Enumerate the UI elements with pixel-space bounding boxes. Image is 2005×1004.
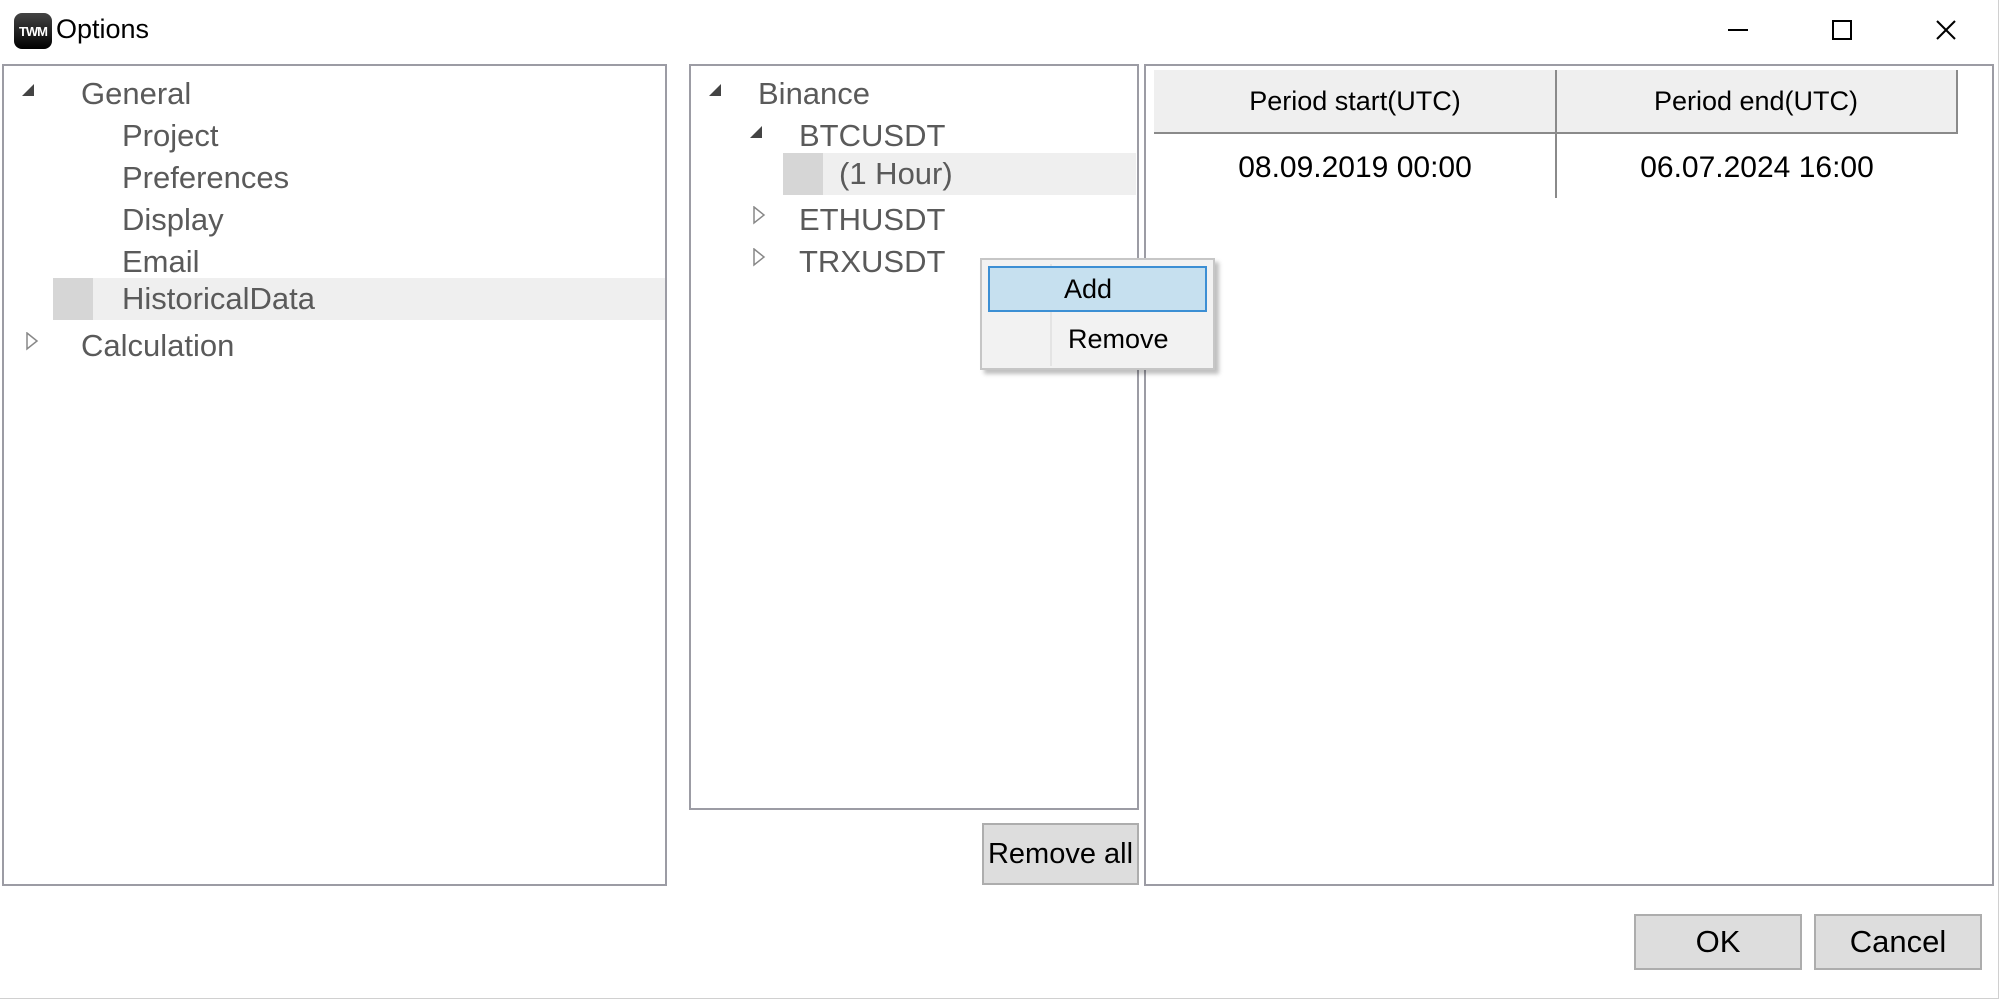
cancel-button[interactable]: Cancel [1814,914,1982,970]
app-logo-icon: TWM [14,13,52,49]
context-menu: Add Remove [980,258,1215,370]
tree-item-preferences[interactable]: Preferences [122,157,289,199]
collapsed-triangle-icon[interactable] [24,332,44,352]
column-header-period-start[interactable]: Period start(UTC) [1154,70,1556,134]
expanded-triangle-icon[interactable] [748,124,768,144]
remove-all-button[interactable]: Remove all [982,823,1139,885]
selection-marker [53,278,93,320]
maximize-icon [1832,20,1852,40]
tree-item-trxusdt[interactable]: TRXUSDT [799,241,945,283]
tree-item-general[interactable]: General [81,73,191,115]
window-title: Options [56,14,150,44]
tree-item-calculation[interactable]: Calculation [81,325,234,367]
ok-button[interactable]: OK [1634,914,1802,970]
maximize-button[interactable] [1790,0,1894,60]
collapsed-triangle-icon[interactable] [751,248,771,268]
minimize-button[interactable] [1686,0,1790,60]
tree-item-btcusdt[interactable]: BTCUSDT [799,115,945,157]
menu-item-remove[interactable]: Remove [988,316,1207,362]
tree-item-1-hour[interactable]: (1 Hour) [839,153,953,195]
selection-marker [783,153,823,195]
column-header-period-end[interactable]: Period end(UTC) [1556,70,1958,134]
title-bar[interactable]: TWM Options [0,0,1998,60]
tree-item-project[interactable]: Project [122,115,218,157]
menu-item-add[interactable]: Add [988,266,1207,312]
period-grid[interactable]: Period start(UTC) Period end(UTC) 08.09.… [1144,64,1994,886]
collapsed-triangle-icon[interactable] [751,206,771,226]
historical-data-tree[interactable]: Binance BTCUSDT (1 Hour) ETHUSDT TRXUSDT [689,64,1139,810]
tree-item-historicaldata[interactable]: HistoricalData [122,278,315,320]
menu-item-label: Add [1064,274,1113,304]
tree-item-email[interactable]: Email [122,241,200,283]
tree-item-binance[interactable]: Binance [758,73,870,115]
minimize-icon [1728,29,1748,31]
tree-item-ethusdt[interactable]: ETHUSDT [799,199,945,241]
options-window: TWM Options General Project Preferences … [0,0,1999,999]
menu-item-label: Remove [1068,324,1169,354]
close-button[interactable] [1894,0,1998,60]
settings-tree[interactable]: General Project Preferences Display Emai… [2,64,667,886]
close-icon [1936,20,1956,40]
expanded-triangle-icon[interactable] [20,82,40,102]
period-end-cell[interactable]: 06.07.2024 16:00 [1556,138,1958,198]
tree-item-display[interactable]: Display [122,199,224,241]
expanded-triangle-icon[interactable] [707,82,727,102]
data-tree-selection [783,153,1136,195]
period-start-cell[interactable]: 08.09.2019 00:00 [1154,138,1556,198]
